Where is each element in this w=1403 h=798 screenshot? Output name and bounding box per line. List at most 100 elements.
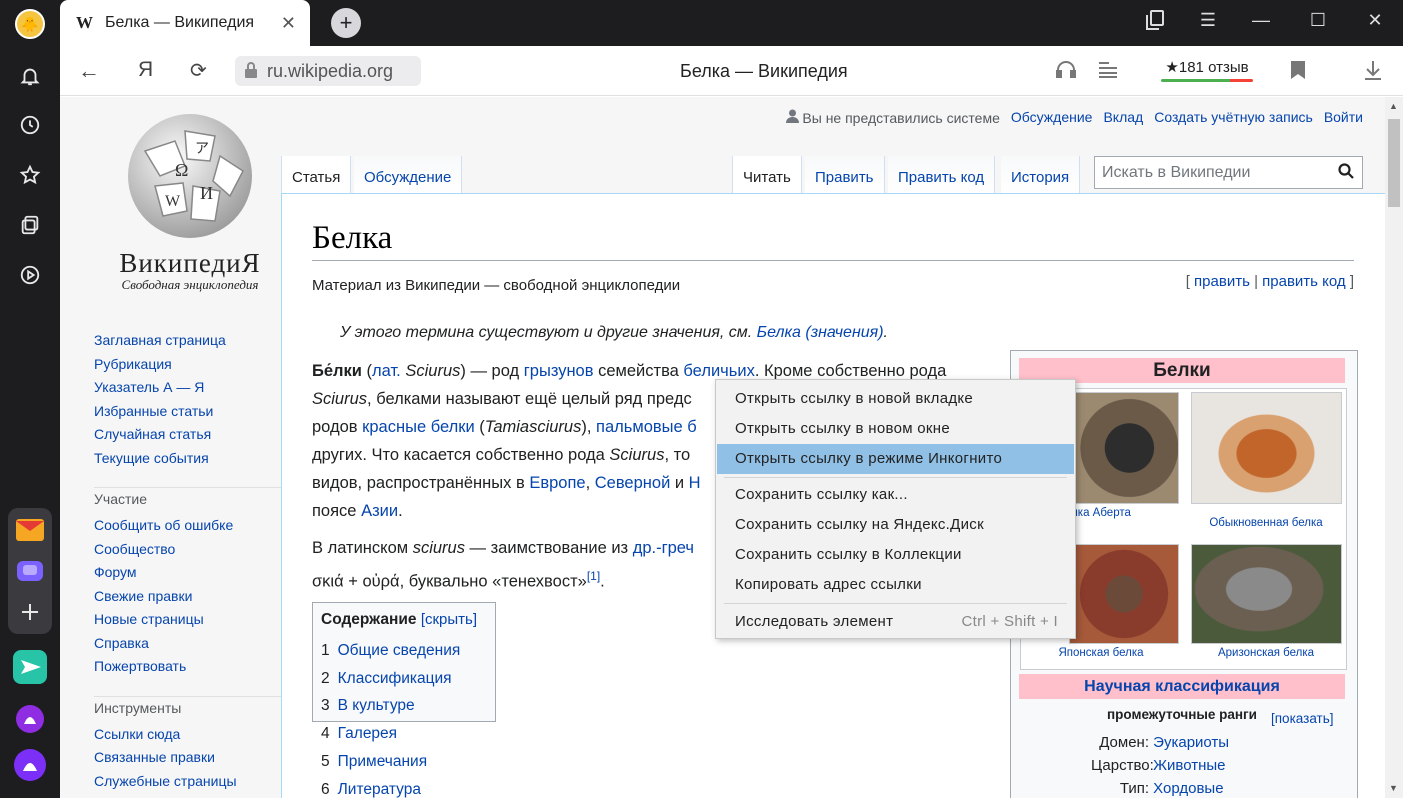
sidebar-item-special-pages[interactable]: Служебные страницы <box>94 770 294 794</box>
scientific-classification-header[interactable]: Научная классификация <box>1019 674 1345 699</box>
toc-item[interactable]: 4 Галерея <box>321 720 487 748</box>
sidebar-item-random[interactable]: Случайная статья <box>94 423 294 447</box>
sidebar-item-community[interactable]: Сообщество <box>94 538 294 562</box>
north-link[interactable]: Северной <box>595 474 671 492</box>
toc-item[interactable]: 5 Примечания <box>321 748 487 776</box>
palm-squirrels-link[interactable]: пальмовые б <box>596 418 697 436</box>
menu-item-open-new-tab[interactable]: Открыть ссылку в новой вкладке <box>717 384 1074 414</box>
reader-mode-icon[interactable] <box>1098 60 1118 83</box>
bell-icon[interactable] <box>12 58 48 94</box>
gallery-caption[interactable]: Японская белка <box>1021 647 1181 659</box>
new-tab-button[interactable]: + <box>331 8 361 38</box>
alice-icon[interactable] <box>12 747 48 783</box>
menu-item-copy-link[interactable]: Копировать адрес ссылки <box>717 570 1074 600</box>
scroll-up-icon[interactable]: ▲ <box>1389 101 1398 111</box>
taxonomy-value[interactable]: Хордовые <box>1153 780 1223 797</box>
reviews-badge[interactable]: ★181 отзыв <box>1157 54 1257 82</box>
mail-icon[interactable] <box>12 512 48 548</box>
europe-link[interactable]: Европе <box>529 474 585 492</box>
login-link[interactable]: Войти <box>1324 109 1363 126</box>
asia-link[interactable]: Азии <box>361 502 398 520</box>
close-tab-icon[interactable]: ✕ <box>281 13 296 34</box>
toc-link[interactable]: Классификация <box>338 670 452 687</box>
scroll-down-icon[interactable]: ▼ <box>1389 783 1398 793</box>
taxonomy-value[interactable]: Эукариоты <box>1153 734 1229 751</box>
show-toggle[interactable]: [показать] <box>1271 711 1334 726</box>
messenger-icon[interactable] <box>12 649 48 685</box>
tab-history[interactable]: История <box>1001 156 1081 194</box>
disambiguation-link[interactable]: Белка (значения) <box>757 324 884 341</box>
sidebar-item-what-links-here[interactable]: Ссылки сюда <box>94 723 294 747</box>
sidebar-item-index[interactable]: Указатель А — Я <box>94 376 294 400</box>
toc-link[interactable]: Галерея <box>338 725 397 742</box>
minimize-icon[interactable]: — <box>1248 10 1274 31</box>
japanese-squirrel-image[interactable] <box>1069 544 1179 644</box>
reload-icon[interactable]: ⟳ <box>190 58 207 83</box>
edit-source-link[interactable]: править код <box>1262 273 1346 290</box>
collections-icon[interactable] <box>12 207 48 243</box>
sidebar-item-recent-changes[interactable]: Свежие правки <box>94 585 294 609</box>
latin-link[interactable]: лат. <box>372 362 401 380</box>
menu-item-save-link-as[interactable]: Сохранить ссылку как... <box>717 480 1074 510</box>
tab-article[interactable]: Статья <box>281 156 352 194</box>
back-icon[interactable]: ← <box>78 58 100 84</box>
sidebar-item-categories[interactable]: Рубрикация <box>94 353 294 377</box>
tab-edit-source[interactable]: Править код <box>888 156 996 194</box>
red-squirrels-link[interactable]: красные белки <box>362 418 475 436</box>
close-window-icon[interactable]: ✕ <box>1362 10 1388 31</box>
menu-item-open-new-window[interactable]: Открыть ссылку в новом окне <box>717 414 1074 444</box>
tab-edit[interactable]: Править <box>805 156 885 194</box>
download-icon[interactable] <box>1364 60 1382 85</box>
gallery-caption[interactable]: Аризонская белка <box>1186 647 1346 659</box>
edit-link[interactable]: править <box>1194 273 1250 290</box>
bookmarks-panel-icon[interactable] <box>1142 10 1168 35</box>
play-icon[interactable] <box>12 257 48 293</box>
sidebar-item-related-changes[interactable]: Связанные правки <box>94 746 294 770</box>
add-service-icon[interactable] <box>12 594 48 630</box>
scrollbar-thumb[interactable] <box>1388 119 1400 207</box>
contributions-link[interactable]: Вклад <box>1103 109 1143 126</box>
url-field[interactable]: ru.wikipedia.org <box>235 56 421 86</box>
tab-read[interactable]: Читать <box>732 156 802 194</box>
maximize-icon[interactable]: ☐ <box>1305 10 1331 31</box>
link-fragment[interactable]: Н <box>689 474 701 492</box>
show-link[interactable]: [показать] <box>1271 711 1334 726</box>
sciuridae-link[interactable]: беличьих <box>683 362 754 380</box>
sidebar-item-main-page[interactable]: Заглавная страница <box>94 329 294 353</box>
menu-item-save-to-disk[interactable]: Сохранить ссылку на Яндекс.Диск <box>717 510 1074 540</box>
tab-talk[interactable]: Обсуждение <box>354 156 463 194</box>
sidebar-item-report-error[interactable]: Сообщить об ошибке <box>94 514 294 538</box>
menu-item-open-incognito[interactable]: Открыть ссылку в режиме Инкогнито <box>717 444 1074 474</box>
red-squirrel-image[interactable] <box>1191 392 1342 504</box>
search-input[interactable]: Искать в Википедии <box>1094 156 1363 189</box>
arizona-squirrel-image[interactable] <box>1191 544 1342 644</box>
wikipedia-logo[interactable]: Ω И W ア ВикипедиЯ Свободная энциклопедия <box>90 111 290 292</box>
toc-link[interactable]: В культуре <box>338 697 415 714</box>
history-icon[interactable] <box>12 107 48 143</box>
sidebar-item-new-pages[interactable]: Новые страницы <box>94 608 294 632</box>
browser-tab[interactable]: W Белка — Википедия ✕ <box>60 0 310 46</box>
headphones-icon[interactable] <box>1056 60 1076 83</box>
menu-icon[interactable]: ☰ <box>1195 10 1221 31</box>
sidebar-item-current-events[interactable]: Текущие события <box>94 447 294 471</box>
create-account-link[interactable]: Создать учётную запись <box>1154 109 1313 126</box>
star-icon[interactable] <box>12 157 48 193</box>
bookmark-icon[interactable] <box>1290 60 1306 85</box>
profile-avatar[interactable]: 🐥 <box>15 9 45 39</box>
sidebar-item-donate[interactable]: Пожертвовать <box>94 655 294 679</box>
footnote-link[interactable]: [1] <box>587 569 600 583</box>
toc-link[interactable]: Литература <box>338 781 421 798</box>
toc-toggle[interactable]: [скрыть] <box>421 611 477 628</box>
talk-link[interactable]: Обсуждение <box>1011 109 1093 126</box>
toc-item[interactable]: 2 Классификация <box>321 665 487 693</box>
menu-item-inspect[interactable]: Исследовать элемент Ctrl + Shift + I <box>717 607 1074 637</box>
page-scrollbar[interactable]: ▲ ▼ <box>1385 97 1403 798</box>
toc-item[interactable]: 6 Литература <box>321 776 487 798</box>
toc-link[interactable]: Общие сведения <box>338 642 461 659</box>
rodents-link[interactable]: грызунов <box>524 362 594 380</box>
gallery-caption[interactable]: Обыкновенная белка <box>1186 517 1346 529</box>
sidebar-item-help[interactable]: Справка <box>94 632 294 656</box>
taxonomy-value[interactable]: Животные <box>1153 757 1225 774</box>
sidebar-item-featured[interactable]: Избранные статьи <box>94 400 294 424</box>
ancient-greek-link[interactable]: др.-греч <box>633 539 694 557</box>
